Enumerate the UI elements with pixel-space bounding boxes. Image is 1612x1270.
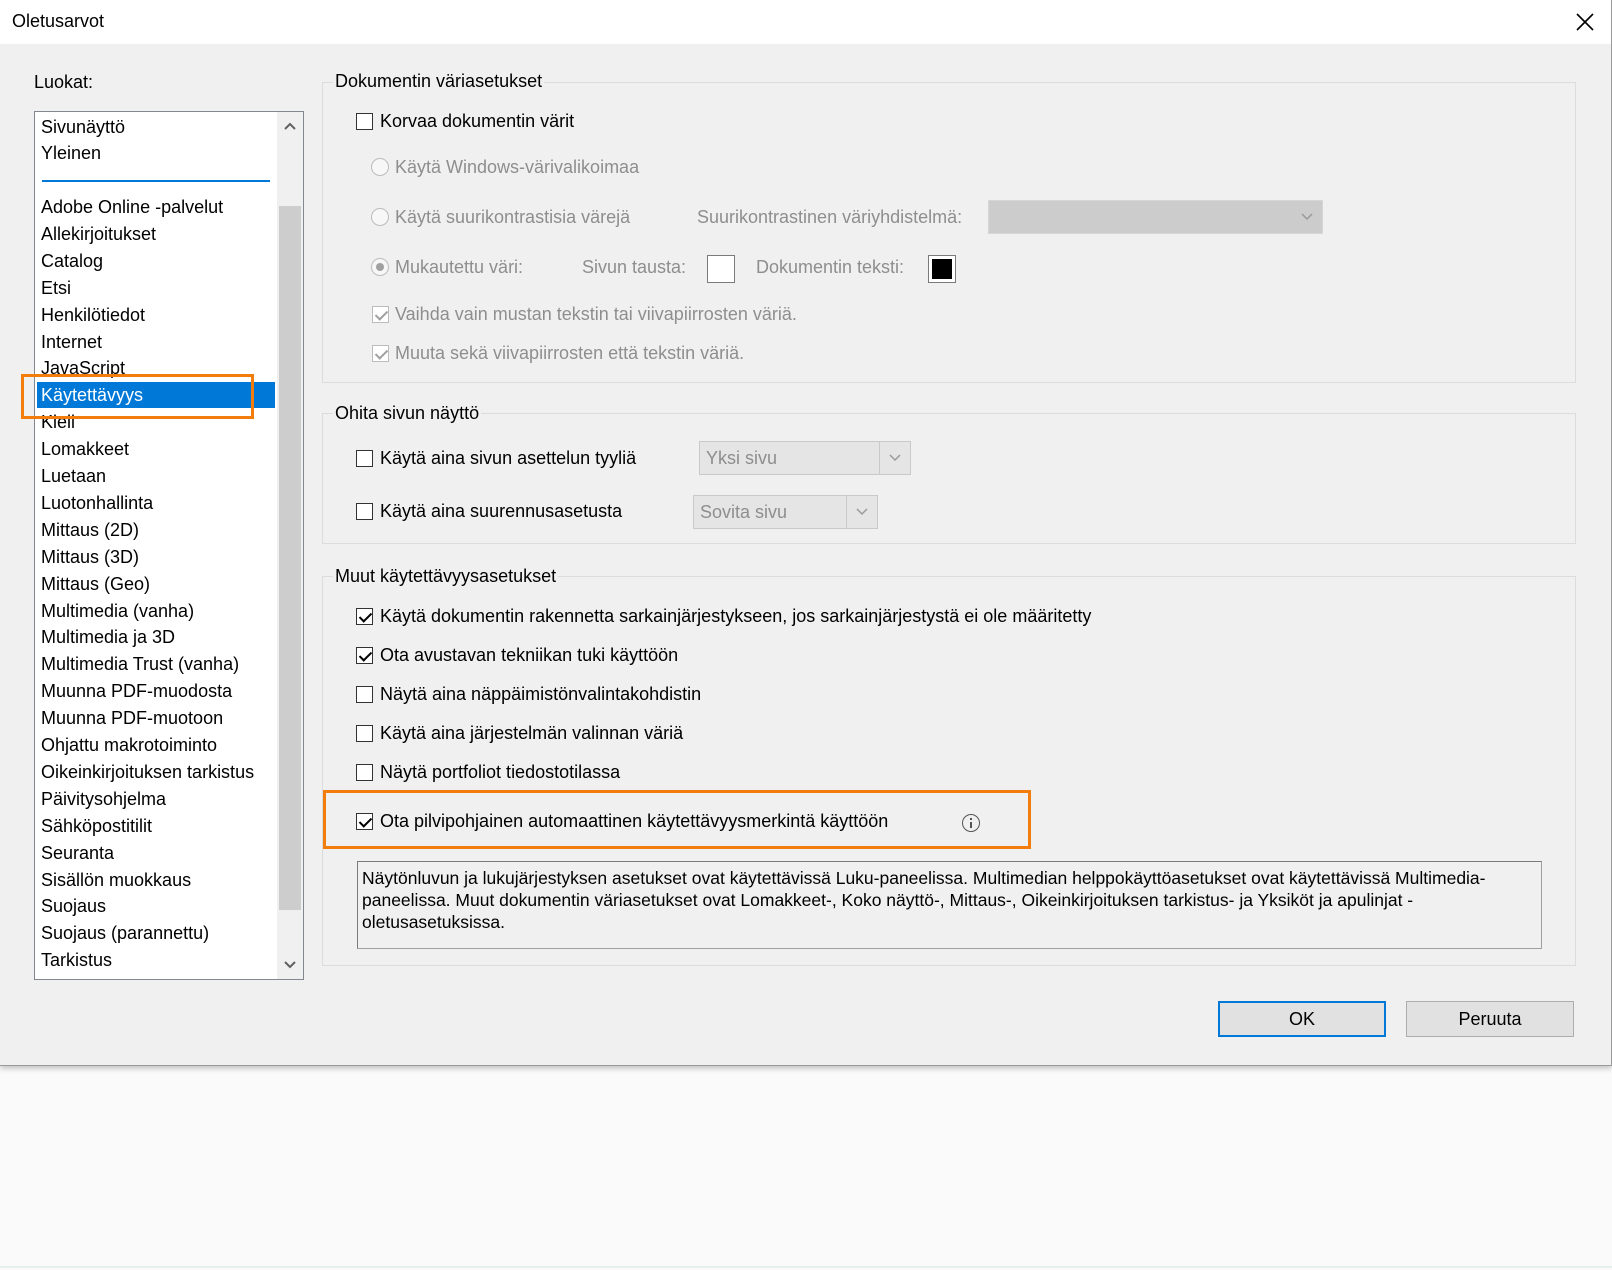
- assistive-tech-label: Ota avustavan tekniikan tuki käyttöön: [380, 645, 679, 665]
- tab-order-checkbox[interactable]: [356, 608, 373, 625]
- list-item[interactable]: Ohjattu makrotoiminto: [41, 732, 217, 758]
- page-layout-select[interactable]: Yksi sivu: [699, 441, 911, 475]
- chevron-up-icon: [284, 122, 296, 130]
- system-selection-color-label: Käytä aina järjestelmän valinnan väriä: [380, 723, 684, 743]
- list-item[interactable]: Catalog: [41, 248, 103, 274]
- other-accessibility-title: Muut käytettävyysasetukset: [333, 566, 559, 587]
- bottom-divider: [0, 1266, 1612, 1268]
- line-and-text-label: Muuta sekä viivapiirrosten että tekstin …: [395, 343, 745, 363]
- document-text-label: Dokumentin teksti:: [756, 257, 905, 277]
- cloud-tagging-highlight: [323, 790, 1031, 849]
- list-item[interactable]: Suojaus (parannettu): [41, 920, 209, 946]
- list-item[interactable]: Etsi: [41, 275, 71, 301]
- selected-category-highlight: [21, 374, 254, 419]
- page-background-swatch[interactable]: [707, 255, 735, 283]
- keyboard-cursor-checkbox[interactable]: [356, 686, 373, 703]
- list-item[interactable]: Multimedia Trust (vanha): [41, 651, 239, 677]
- preferences-dialog: Oletusarvot Luokat: Sivunäyttö Yleinen A…: [0, 0, 1612, 1066]
- chevron-down-icon: [856, 508, 868, 516]
- scroll-thumb[interactable]: [279, 206, 301, 910]
- only-black-label: Vaihda vain mustan tekstin tai viivapiir…: [395, 304, 797, 324]
- categories-list[interactable]: Sivunäyttö Yleinen Adobe Online -palvelu…: [34, 111, 304, 980]
- zoom-checkbox[interactable]: [356, 503, 373, 520]
- dropdown-arrow: [846, 496, 877, 528]
- list-item[interactable]: Yleinen: [41, 140, 101, 166]
- ok-button[interactable]: OK: [1218, 1001, 1386, 1037]
- list-item[interactable]: Tarkistus: [41, 947, 112, 973]
- high-contrast-scheme-select[interactable]: [988, 200, 1323, 234]
- dropdown-arrow: [1292, 201, 1322, 233]
- custom-color-radio[interactable]: [371, 258, 389, 276]
- list-item[interactable]: Mittaus (2D): [41, 517, 139, 543]
- close-icon: [1576, 13, 1594, 31]
- list-item[interactable]: Multimedia (vanha): [41, 598, 194, 624]
- only-black-checkbox[interactable]: [372, 306, 389, 323]
- list-item[interactable]: Mittaus (3D): [41, 544, 139, 570]
- window-title: Oletusarvot: [12, 11, 105, 31]
- scroll-up-button[interactable]: [277, 112, 303, 140]
- system-selection-color-checkbox[interactable]: [356, 725, 373, 742]
- scroll-down-button[interactable]: [277, 951, 303, 979]
- high-contrast-label: Käytä suurikontrastisia värejä: [395, 207, 631, 227]
- list-item[interactable]: Allekirjoitukset: [41, 221, 156, 247]
- page-layout-checkbox[interactable]: [356, 450, 373, 467]
- zoom-label: Käytä aina suurennusasetusta: [380, 501, 623, 521]
- cancel-button[interactable]: Peruuta: [1406, 1001, 1574, 1037]
- chevron-down-icon: [284, 961, 296, 969]
- list-item[interactable]: Luotonhallinta: [41, 490, 153, 516]
- portfolio-file-mode-label: Näytä portfoliot tiedostotilassa: [380, 762, 621, 782]
- page-background-label: Sivun tausta:: [582, 257, 687, 277]
- portfolio-file-mode-checkbox[interactable]: [356, 764, 373, 781]
- document-colors-title: Dokumentin väriasetukset: [333, 71, 545, 92]
- chevron-down-icon: [1301, 213, 1313, 221]
- list-scrollbar[interactable]: [277, 112, 303, 979]
- list-item[interactable]: Muunna PDF-muotoon: [41, 705, 223, 731]
- windows-palette-radio[interactable]: [371, 158, 389, 176]
- list-item[interactable]: Muunna PDF-muodosta: [41, 678, 232, 704]
- list-item[interactable]: Oikeinkirjoituksen tarkistus: [41, 759, 254, 785]
- zoom-select[interactable]: Sovita sivu: [693, 495, 878, 529]
- page-display-title: Ohita sivun näyttö: [333, 403, 482, 424]
- list-item[interactable]: Seuranta: [41, 840, 114, 866]
- list-item[interactable]: Sisällön muokkaus: [41, 867, 191, 893]
- list-item[interactable]: Internet: [41, 329, 102, 355]
- list-item[interactable]: Mittaus (Geo): [41, 571, 150, 597]
- line-and-text-checkbox[interactable]: [372, 345, 389, 362]
- chevron-down-icon: [889, 454, 901, 462]
- windows-palette-label: Käytä Windows-värivalikoimaa: [395, 157, 640, 177]
- tab-order-label: Käytä dokumentin rakennetta sarkainjärje…: [380, 606, 1092, 626]
- list-item[interactable]: Päivitysohjelma: [41, 786, 166, 812]
- list-item[interactable]: Henkilötiedot: [41, 302, 145, 328]
- page-layout-label: Käytä aina sivun asettelun tyyliä: [380, 448, 637, 468]
- title-bar: Oletusarvot: [0, 0, 1611, 44]
- document-text-swatch[interactable]: [928, 255, 956, 283]
- page-layout-value: Yksi sivu: [706, 448, 778, 468]
- list-item[interactable]: Multimedia ja 3D: [41, 624, 175, 650]
- info-text-box: Näytönluvun ja lukujärjestyksen asetukse…: [357, 861, 1542, 949]
- replace-colors-label: Korvaa dokumentin värit: [380, 111, 575, 131]
- list-item[interactable]: Suojaus: [41, 893, 106, 919]
- list-item[interactable]: Luetaan: [41, 463, 106, 489]
- high-contrast-radio[interactable]: [371, 208, 389, 226]
- list-separator: [42, 180, 270, 182]
- keyboard-cursor-label: Näytä aina näppäimistönvalintakohdistin: [380, 684, 702, 704]
- categories-label: Luokat:: [34, 72, 94, 92]
- replace-colors-checkbox[interactable]: [356, 113, 373, 130]
- dropdown-arrow: [879, 442, 910, 474]
- close-button[interactable]: [1567, 5, 1603, 39]
- high-contrast-scheme-label: Suurikontrastinen väriyhdistelmä:: [697, 207, 963, 227]
- list-item[interactable]: Lomakkeet: [41, 436, 129, 462]
- list-item[interactable]: Adobe Online -palvelut: [41, 194, 223, 220]
- list-item[interactable]: Sähköpostitilit: [41, 813, 152, 839]
- page-display-group: [322, 413, 1576, 544]
- custom-color-label: Mukautettu väri:: [395, 257, 524, 277]
- zoom-value: Sovita sivu: [700, 502, 788, 522]
- list-item[interactable]: Sivunäyttö: [41, 114, 125, 140]
- assistive-tech-checkbox[interactable]: [356, 647, 373, 664]
